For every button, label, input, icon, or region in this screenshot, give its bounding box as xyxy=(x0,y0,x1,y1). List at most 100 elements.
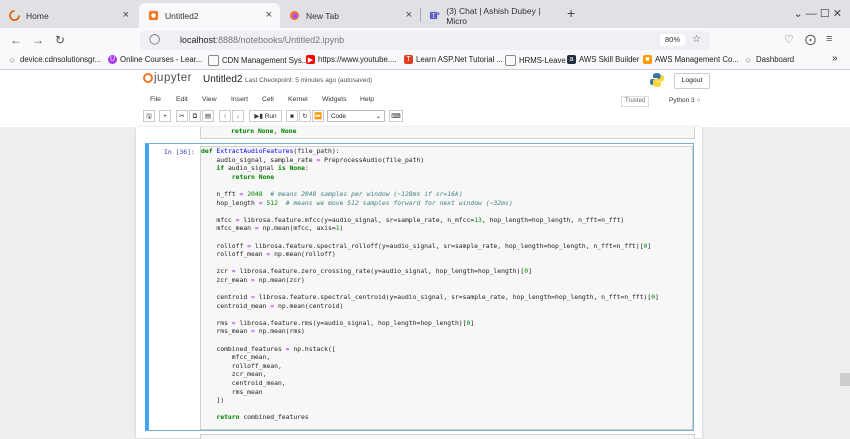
tab-teams-chat[interactable]: T (3) Chat | Ashish Dubey | Micro xyxy=(421,3,564,28)
url-bar[interactable]: ◯ localhost:8888/notebooks/Untitled2.ipy… xyxy=(140,31,710,50)
notebook-toolbar: 🖫 + ✂ ⧉ ▤ ↑ ↓ ▶▮ Run ■ ↻ ⏩ ⌨ xyxy=(143,110,708,124)
code-line: zcr_mean, xyxy=(201,370,267,379)
menu-view[interactable]: View xyxy=(202,96,217,103)
menu-widgets[interactable]: Widgets xyxy=(322,96,347,103)
aws-console-icon: ■ xyxy=(643,55,652,64)
code-line: n_fft = 2048 # means 2048 samples per wi… xyxy=(201,189,463,198)
code-line: rms_mean = np.mean(rms) xyxy=(201,327,305,336)
cell-code[interactable]: def ExtractAudioFeatures(file_path): aud… xyxy=(201,147,659,422)
save-icon[interactable]: 🖫 xyxy=(143,110,155,122)
menu-edit[interactable]: Edit xyxy=(176,96,188,103)
code-line: combined_features = np.hstack([ xyxy=(201,344,336,353)
bookmarks-overflow-button[interactable]: » xyxy=(832,53,838,64)
restart-icon[interactable]: ↻ xyxy=(299,110,311,122)
menu-icon[interactable]: ≡ xyxy=(826,33,832,45)
jupyter-logo[interactable]: jupyter xyxy=(143,72,192,84)
bookmark-item[interactable]: a AWS Skill Builder xyxy=(567,55,639,64)
menu-cell[interactable]: Cell xyxy=(262,96,274,103)
move-up-icon[interactable]: ↑ xyxy=(219,110,231,122)
tab-new-tab[interactable]: New Tab × xyxy=(280,3,420,28)
page-scrollbar-thumb[interactable] xyxy=(840,373,850,386)
page-icon xyxy=(208,55,219,66)
reload-icon[interactable]: ↻ xyxy=(55,33,65,47)
tab-untitled2[interactable]: Untitled2 × xyxy=(139,3,280,28)
code-line: return combined_features xyxy=(216,413,309,422)
page-icon xyxy=(505,55,516,66)
close-icon[interactable]: × xyxy=(123,9,129,21)
bookmark-item[interactable]: ○ Dashboard xyxy=(744,55,794,65)
code-line: centroid = librosa.feature.spectral_cent… xyxy=(201,293,659,302)
bookmark-item[interactable]: U Online Courses - Lear... xyxy=(108,55,202,64)
code-line: ]) xyxy=(201,396,225,405)
teams-icon: T xyxy=(429,10,440,22)
extensions-icon[interactable]: ⨀ xyxy=(805,33,816,46)
move-down-icon[interactable]: ↓ xyxy=(232,110,244,122)
bookmark-item[interactable]: ■ AWS Management Co... xyxy=(643,55,739,64)
tab-title: Untitled2 xyxy=(165,10,199,21)
next-cell-input[interactable] xyxy=(200,434,695,439)
code-line: rolloff = librosa.feature.spectral_rollo… xyxy=(201,241,652,250)
back-arrow-icon[interactable]: ← xyxy=(10,33,22,47)
forward-arrow-icon[interactable]: → xyxy=(32,33,44,47)
trusted-indicator[interactable]: Trusted xyxy=(621,96,650,107)
code-line: mfcc_mean, xyxy=(201,353,271,362)
run-button[interactable]: ▶▮ Run xyxy=(249,110,282,122)
tab-title: Home xyxy=(26,10,49,21)
menu-file[interactable]: File xyxy=(150,96,161,103)
jupyter-logo-icon xyxy=(143,73,153,83)
code-line: ​ xyxy=(201,233,659,242)
menu-help[interactable]: Help xyxy=(360,96,374,103)
kernel-indicator: Python 3 ○ xyxy=(669,97,701,104)
browser-nav-bar: ← → ↻ ◯ localhost:8888/notebooks/Untitle… xyxy=(0,28,850,52)
jupyter-favicon-icon xyxy=(147,10,159,22)
code-line: zcr_mean = np.mean(zcr) xyxy=(201,275,305,284)
svg-text:T: T xyxy=(431,13,436,20)
url-text[interactable]: localhost:8888/notebooks/Untitled2.ipynb xyxy=(180,35,344,45)
code-line: ​ xyxy=(201,310,659,319)
bookmark-item[interactable]: ▶ https://www.youtube.... xyxy=(306,55,396,64)
code-line: ​ xyxy=(201,285,659,294)
interrupt-icon[interactable]: ■ xyxy=(286,110,298,122)
logout-button[interactable]: Logout xyxy=(674,73,710,89)
close-icon[interactable]: × xyxy=(266,9,272,21)
paste-icon[interactable]: ▤ xyxy=(202,110,214,122)
zoom-level[interactable]: 80% xyxy=(660,34,686,46)
bookmarks-bar: ○ device.cdnsolutionsgr... U Online Course… xyxy=(0,52,850,70)
copy-icon[interactable]: ⧉ xyxy=(189,110,201,122)
menu-kernel[interactable]: Kernel xyxy=(288,96,308,103)
page-info-icon[interactable]: ◯ xyxy=(149,34,160,45)
bookmark-item[interactable]: ○ device.cdnsolutionsgr... xyxy=(8,55,101,65)
new-tab-button[interactable]: + xyxy=(567,5,575,21)
bookmark-star-icon[interactable]: ☆ xyxy=(692,34,701,45)
tutorial-icon: T xyxy=(404,55,413,64)
code-line: return None xyxy=(231,172,275,181)
cell-type-select[interactable]: Code ⌄ xyxy=(327,110,385,122)
code-line: def ExtractAudioFeatures(file_path): xyxy=(201,147,340,155)
code-line: hop_length = 512 # means we move 512 sam… xyxy=(201,198,513,207)
close-icon[interactable]: × xyxy=(406,9,412,21)
command-palette-icon[interactable]: ⌨ xyxy=(389,110,403,122)
bookmark-item[interactable]: CDN Management Sys... xyxy=(208,55,308,66)
code-line: centroid_mean = np.mean(centroid) xyxy=(201,301,344,310)
notebook-name[interactable]: Untitled2 xyxy=(203,74,242,85)
add-cell-icon[interactable]: + xyxy=(159,110,171,122)
aws-icon: a xyxy=(567,55,576,64)
tab-home[interactable]: Home × xyxy=(0,3,137,28)
code-line: rolloff_mean = np.mean(rolloff) xyxy=(201,250,336,259)
previous-cell-code: return None, None xyxy=(231,127,297,135)
window-controls[interactable]: ⌄ — ☐ ✕ xyxy=(794,7,842,20)
code-line: zcr = librosa.feature.zero_crossing_rate… xyxy=(201,267,532,276)
bookmark-item[interactable]: HRMS-Leave xyxy=(505,55,566,66)
pocket-icon[interactable]: ♡ xyxy=(784,33,794,46)
cut-icon[interactable]: ✂ xyxy=(176,110,188,122)
python-logo-icon xyxy=(649,72,665,88)
menu-insert[interactable]: Insert xyxy=(231,96,248,103)
restart-run-all-icon[interactable]: ⏩ xyxy=(312,110,324,122)
bookmark-item[interactable]: T Learn ASP.Net Tutorial ... xyxy=(404,55,503,64)
code-line: ​ xyxy=(201,336,659,345)
code-line: if audio_signal is None: xyxy=(216,164,309,173)
code-line: ​ xyxy=(201,181,659,190)
browser-tab-strip: Home × Untitled2 × New Tab × T (3) Chat … xyxy=(0,0,850,28)
code-line: mfcc = librosa.feature.mfcc(y=audio_sign… xyxy=(201,215,625,224)
chevron-down-icon: ⌄ xyxy=(375,113,381,120)
